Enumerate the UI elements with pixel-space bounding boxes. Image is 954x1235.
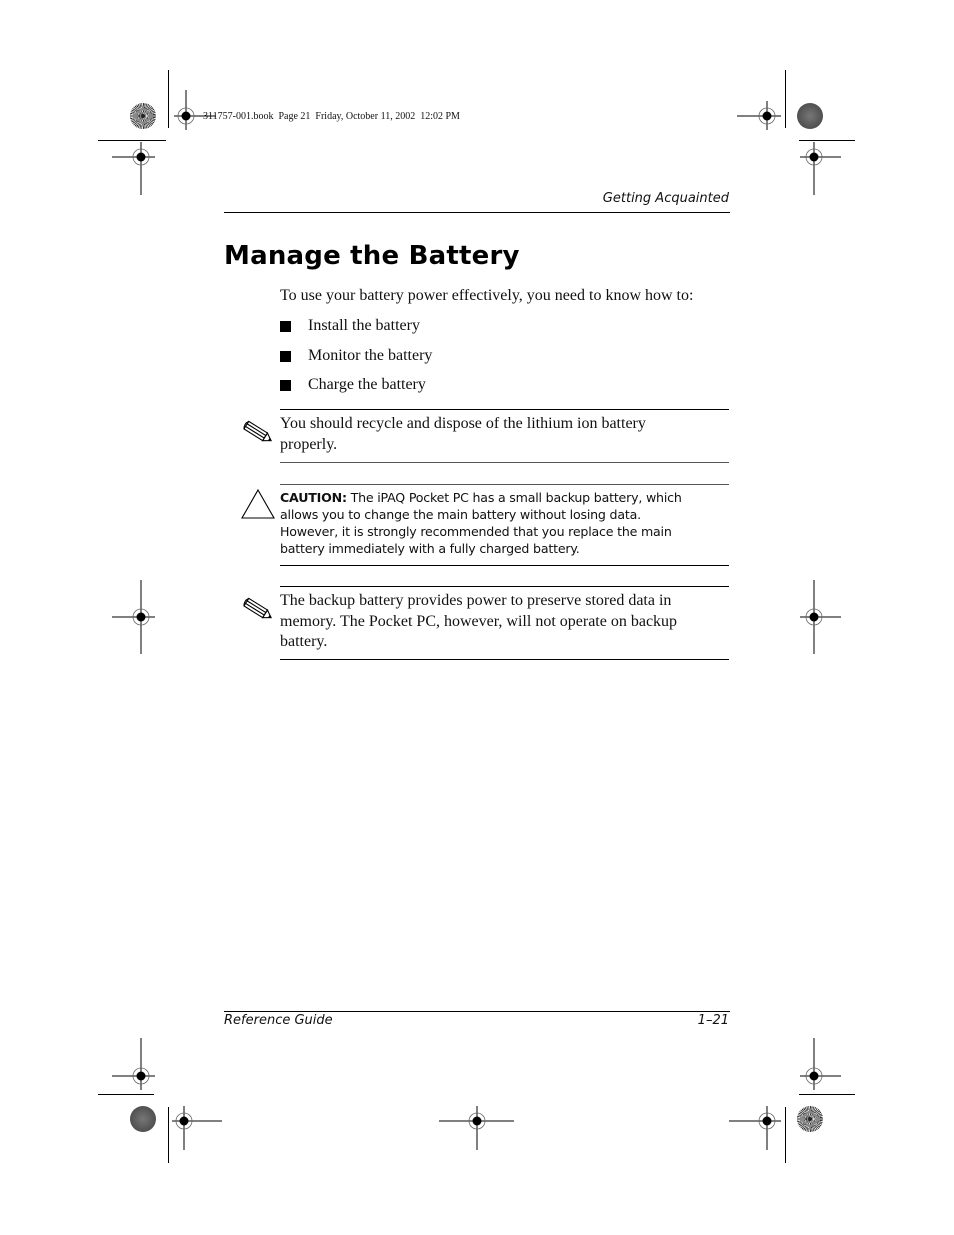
page-number: 1–21 <box>697 1013 729 1028</box>
note-rule-top <box>280 409 729 410</box>
running-head: Getting Acquainted <box>602 191 729 206</box>
registration-mark-icon <box>800 142 841 195</box>
caution-rule-bottom <box>280 565 729 566</box>
header-rule <box>224 212 730 213</box>
footer-rule <box>224 1011 730 1012</box>
registration-mark-icon <box>729 1106 781 1150</box>
square-bullet-icon <box>280 321 291 332</box>
registration-mark-icon <box>112 142 155 195</box>
registration-mark-icon <box>172 1106 222 1150</box>
caution-label: CAUTION: <box>280 490 347 505</box>
list-item-text: Monitor the battery <box>308 346 433 364</box>
bullet-list: Install the battery Monitor the battery … <box>280 317 432 406</box>
list-item-text: Install the battery <box>308 317 420 334</box>
pencil-note-icon <box>243 420 272 442</box>
registration-mark-icon <box>112 580 155 654</box>
print-slug: 311757-001.book Page 21 Friday, October … <box>203 111 460 122</box>
square-bullet-icon <box>280 350 291 362</box>
caution-triangle-icon <box>241 488 275 519</box>
note-rule-bottom <box>280 462 729 463</box>
caution-text: CAUTION: The iPAQ Pocket PC has a small … <box>280 489 700 557</box>
note-rule-top <box>280 586 729 587</box>
pencil-note-icon <box>243 597 272 619</box>
list-item-text: Charge the battery <box>308 376 426 393</box>
caution-rule-top <box>280 484 729 485</box>
registration-mark-icon <box>439 1106 514 1150</box>
note-rule-bottom <box>280 659 729 660</box>
note-text: The backup battery provides power to pre… <box>280 592 678 650</box>
registration-mark-icon <box>800 580 841 654</box>
square-bullet-icon <box>280 380 291 391</box>
list-item: Install the battery <box>280 317 432 347</box>
crop-mark <box>799 1094 855 1095</box>
section-title: Manage the Battery <box>224 241 520 271</box>
list-item: Charge the battery <box>280 376 432 406</box>
note-text: You should recycle and dispose of the li… <box>280 415 646 453</box>
footer-book-title: Reference Guide <box>224 1013 333 1028</box>
list-item: Monitor the battery <box>280 347 432 377</box>
intro-paragraph: To use your battery power effectively, y… <box>280 287 694 304</box>
